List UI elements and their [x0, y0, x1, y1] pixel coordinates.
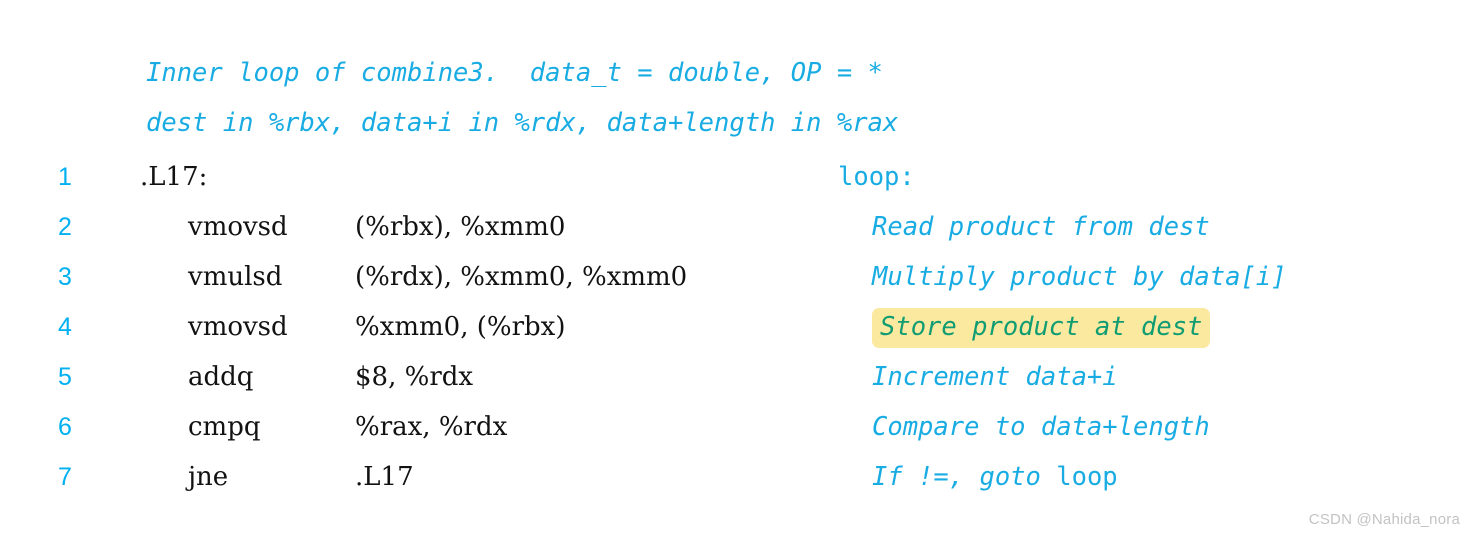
- code-mnemonic: jne: [188, 462, 229, 492]
- line-number: 1: [58, 163, 72, 191]
- annotation-text: If !=, goto loop: [872, 462, 1118, 492]
- listing-row: 2 vmovsd (%rbx), %xmm0 Read product from de…: [0, 202, 1474, 252]
- code-mnemonic: vmovsd: [188, 212, 288, 242]
- annotation-text-body: Compare to data+length: [872, 412, 1210, 442]
- listing-row: 7 jne .L17 If !=, goto loop: [0, 452, 1474, 502]
- code-mnemonic: cmpq: [188, 412, 261, 442]
- annotation-text: Increment data+i: [872, 362, 1118, 392]
- code-operands: (%rbx), %xmm0: [355, 212, 566, 242]
- line-number: 6: [58, 413, 72, 441]
- annotation-text-body: If !=, goto: [872, 462, 1057, 492]
- annotation-text-body: Increment data+i: [872, 362, 1118, 392]
- code-operands: %rax, %rdx: [355, 412, 508, 442]
- header-comment-block: Inner loop of combine3. data_t = double,…: [146, 48, 1346, 148]
- code-operands: .L17: [355, 462, 414, 492]
- annotation-text-body: Read product from dest: [872, 212, 1210, 242]
- listing-row: 3 vmulsd (%rdx), %xmm0, %xmm0 Multiply prod…: [0, 252, 1474, 302]
- code-mnemonic: addq: [188, 362, 254, 392]
- line-number: 2: [58, 213, 72, 241]
- annotation-comment-highlighted: Store product at dest: [872, 302, 1211, 352]
- listing-row: 1 .L17: loop:: [0, 152, 1474, 202]
- code-mnemonic: vmulsd: [188, 262, 283, 292]
- annotation-comment: Multiply product by data[i]: [872, 252, 1287, 302]
- annotation-label: loop:: [838, 162, 915, 192]
- slide-canvas: Inner loop of combine3. data_t = double,…: [0, 0, 1474, 536]
- listing-row: 4 vmovsd %xmm0, (%rbx) Store product at des…: [0, 302, 1474, 352]
- assembly-listing: 1 .L17: loop: 2 vmovsd (%rbx), %xmm0 Read prod…: [0, 152, 1474, 502]
- code-operands: $8, %rdx: [355, 362, 474, 392]
- highlight-box: Store product at dest: [872, 308, 1211, 348]
- watermark: CSDN @Nahida_nora: [1308, 511, 1460, 528]
- annotation-comment: Read product from dest: [872, 202, 1210, 252]
- header-comment-line-2: dest in %rbx, data+i in %rdx, data+lengt…: [146, 108, 899, 138]
- annotation-comment: Increment data+i: [872, 352, 1118, 402]
- annotation-comment: Compare to data+length: [872, 402, 1210, 452]
- annotation-text: Multiply product by data[i]: [872, 262, 1287, 292]
- code-operands: %xmm0, (%rbx): [355, 312, 566, 342]
- code-operands: (%rdx), %xmm0, %xmm0: [355, 262, 688, 292]
- line-number: 3: [58, 263, 72, 291]
- line-number: 7: [58, 463, 72, 491]
- listing-row: 6 cmpq %rax, %rdx Compare to data+length: [0, 402, 1474, 452]
- line-number: 5: [58, 363, 72, 391]
- code-mnemonic: vmovsd: [188, 312, 288, 342]
- annotation-text-tail: loop: [1056, 462, 1118, 492]
- annotation-text-body: Store product at dest: [880, 312, 1203, 342]
- listing-row: 5 addq $8, %rdx Increment data+i: [0, 352, 1474, 402]
- annotation-text: Compare to data+length: [872, 412, 1210, 442]
- line-number: 4: [58, 313, 72, 341]
- header-comment-line-1: Inner loop of combine3. data_t = double,…: [146, 58, 883, 88]
- code-label: .L17:: [140, 162, 208, 192]
- annotation-text-body: Multiply product by data[i]: [872, 262, 1287, 292]
- annotation-text: Read product from dest: [872, 212, 1210, 242]
- annotation-comment: If !=, goto loop: [872, 452, 1118, 502]
